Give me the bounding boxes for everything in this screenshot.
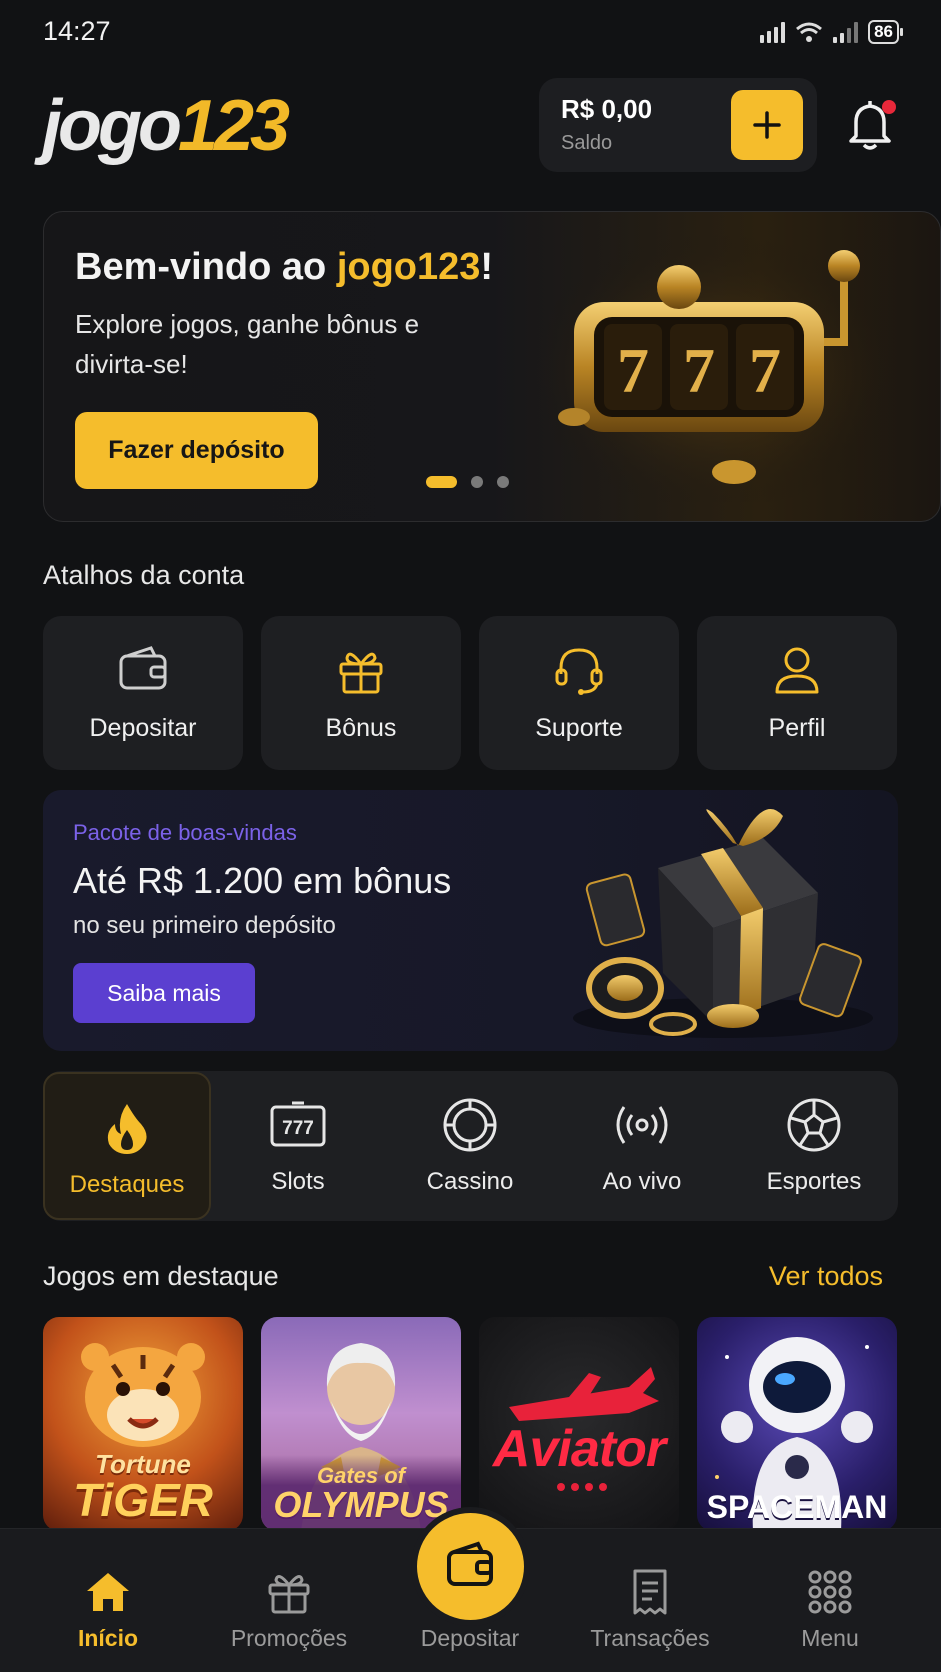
game-title-line-1: Aviator [492,1420,666,1478]
logo-part-1: jogo [42,86,182,166]
shortcut-label: Depositar [89,714,197,742]
tab-label: Cassino [426,1168,514,1195]
promo-headline: Até R$ 1.200 em bônus [73,860,452,901]
notification-badge [882,100,896,114]
game-card-gates-of-olympus[interactable]: Gates of OLYMPUS [261,1317,461,1531]
featured-title: Jogos em destaque [43,1261,279,1291]
game-title: Aviator [479,1423,679,1475]
hero-banner[interactable]: Bem-vindo ao jogo123! Explore jogos, gan… [43,211,941,522]
signal-icon [760,21,786,43]
battery-icon: 86 [868,20,903,44]
svg-text:7: 7 [749,335,781,406]
game-title-line-2: OLYMPUS [273,1484,449,1525]
hero-title-prefix: Bem-vindo ao [75,246,337,288]
carousel-dot-2[interactable] [471,476,483,488]
game-title: Tortune TiGER [43,1451,243,1523]
tab-label: Ao vivo [602,1168,682,1195]
hero-title: Bem-vindo ao jogo123! [75,246,493,289]
user-icon [775,647,819,694]
shortcut-deposit[interactable]: Depositar [43,616,243,770]
game-title-line-1: SPACEMAN [706,1489,888,1525]
shortcut-bonus[interactable]: Bônus [261,616,461,770]
flame-icon [107,1104,147,1154]
status-time: 14:27 [43,16,111,46]
nav-label: Menu [801,1625,859,1651]
nav-label: Promoções [230,1625,348,1651]
slot-machine-illustration: 7 7 7 [534,232,904,502]
tab-cassino[interactable]: Cassino [386,1071,554,1221]
shortcut-label: Bônus [325,714,397,742]
deposit-fab-button[interactable] [417,1513,524,1620]
wifi-icon [796,22,823,42]
add-funds-button[interactable] [731,90,803,160]
status-icons: 86 [760,20,903,44]
hero-subtitle: Explore jogos, ganhe bônus e divirta-se! [75,309,420,379]
game-title: SPACEMAN [697,1491,897,1523]
game-card-spaceman[interactable]: SPACEMAN [697,1317,897,1531]
category-tabs: Destaques 777 Slots Cassino Ao vivo Espo… [43,1071,898,1221]
deposit-cta-button[interactable]: Fazer depósito [75,412,318,489]
balance-amount: R$ 0,00 [561,94,653,124]
shortcut-label: Suporte [535,714,623,742]
wallet-icon [447,1541,493,1586]
nav-inicio[interactable]: Início [14,1529,202,1672]
balance-widget[interactable]: R$ 0,00 Saldo [539,78,817,172]
learn-more-button[interactable]: Saiba mais [73,963,255,1023]
slot-777-icon: 777 [270,1101,326,1147]
shortcuts-title: Atalhos da conta [43,560,245,590]
logo-part-2: 123 [177,86,290,166]
carousel-dot-3[interactable] [497,476,509,488]
carousel-dot-1[interactable] [426,476,457,488]
tab-slots[interactable]: 777 Slots [214,1071,382,1221]
nav-label: Transações [590,1625,710,1651]
tab-label: Slots [271,1168,325,1195]
tab-destaques[interactable]: Destaques [43,1072,211,1220]
home-icon [87,1573,129,1611]
plus-icon [753,111,781,139]
nav-promocoes[interactable]: Promoções [195,1529,383,1672]
nav-transacoes[interactable]: Transações [556,1529,744,1672]
game-card-tortune-tiger[interactable]: Tortune TiGER [43,1317,243,1531]
gift-icon [268,1575,310,1614]
shortcut-support[interactable]: Suporte [479,616,679,770]
tab-label: Destaques [69,1171,185,1198]
grid-icon [808,1570,852,1614]
welcome-promo-banner[interactable]: Pacote de boas-vindas Até R$ 1.200 em bô… [43,790,898,1051]
gift-box-illustration [573,809,873,1038]
game-title: Gates of OLYMPUS [261,1455,461,1531]
promo-description: no seu primeiro depósito [73,912,336,939]
wallet-icon [119,646,167,690]
notifications-button[interactable] [846,98,898,154]
nav-label: Início [77,1625,139,1651]
tab-esportes[interactable]: Esportes [730,1071,898,1221]
shortcut-label: Perfil [768,714,826,742]
nav-label: Depositar [420,1625,520,1651]
signal-icon-2 [833,21,859,43]
chip-icon [443,1098,497,1152]
receipt-icon [633,1569,667,1615]
brand-logo[interactable]: jogo123 [42,86,290,166]
svg-text:7: 7 [683,335,715,406]
headset-icon [555,648,603,695]
game-card-aviator[interactable]: Aviator [479,1317,679,1531]
tab-ao-vivo[interactable]: Ao vivo [558,1071,726,1221]
gift-icon [339,652,383,694]
tab-label: Esportes [766,1168,862,1195]
balance-label: Saldo [561,132,613,154]
hero-title-brand: jogo123 [336,246,481,288]
promo-tag: Pacote de boas-vindas [73,820,297,845]
see-all-link[interactable]: Ver todos [769,1261,883,1292]
soccer-ball-icon [787,1098,841,1152]
game-title-line-2: TiGER [73,1474,213,1526]
svg-text:777: 777 [282,1118,314,1139]
hero-title-suffix: ! [480,246,494,288]
carousel-indicator[interactable] [426,476,509,488]
status-bar: 14:27 86 [0,0,941,66]
app-screen: 14:27 86 jogo123 R$ 0,00 Saldo Bem-vindo… [0,0,941,1672]
svg-text:7: 7 [617,335,649,406]
live-broadcast-icon [616,1106,668,1144]
nav-menu[interactable]: Menu [736,1529,924,1672]
shortcut-profile[interactable]: Perfil [697,616,897,770]
